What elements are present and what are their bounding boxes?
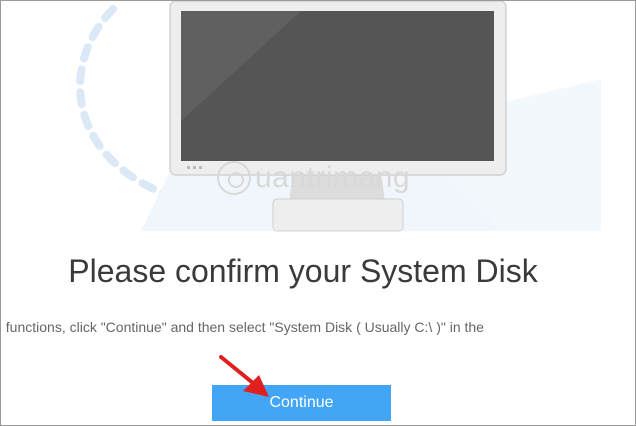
watermark-text: uantrimang xyxy=(255,161,411,194)
background-illustration xyxy=(76,1,601,232)
lightbulb-icon xyxy=(217,161,251,195)
monitor-indicator-dot xyxy=(187,166,190,169)
monitor-indicator-dot xyxy=(193,166,196,169)
monitor-indicator-dot xyxy=(199,166,202,169)
page-title: Please confirm your System Disk xyxy=(68,253,538,289)
dialog-frame: uantrimang Please confirm your System Di… xyxy=(0,0,636,426)
red-arrow-icon xyxy=(219,355,269,397)
watermark: uantrimang xyxy=(217,161,410,195)
monitor-base xyxy=(272,198,404,232)
instruction-text: al functions, click "Continue" and then … xyxy=(0,319,484,335)
continue-button-label: Continue xyxy=(269,394,334,411)
